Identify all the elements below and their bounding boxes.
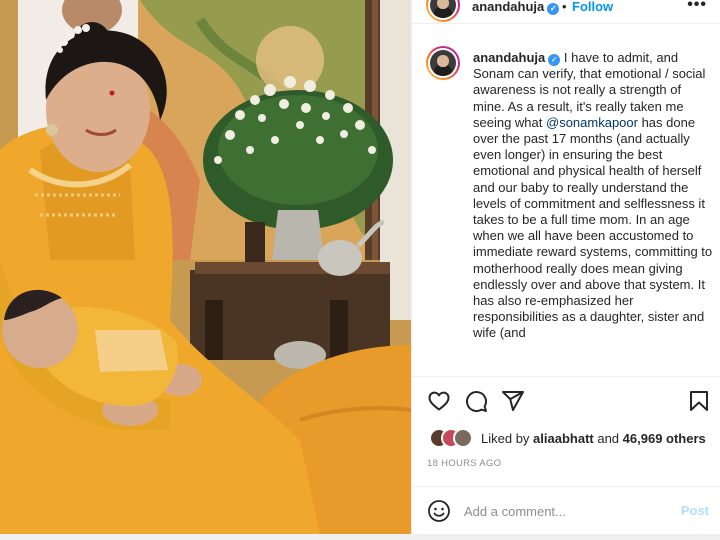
caption-username[interactable]: anandahuja xyxy=(473,50,545,65)
post-comment-button[interactable]: Post xyxy=(681,503,709,518)
emoji-icon[interactable] xyxy=(427,499,451,523)
comment-input[interactable] xyxy=(464,500,664,522)
likes-text: Liked by aliaabhatt and 46,969 others xyxy=(481,431,706,446)
bookmark-icon[interactable] xyxy=(687,389,711,413)
caption-text: anandahuja ✓ I have to admit, and Sonam c… xyxy=(473,50,713,342)
liker-username[interactable]: aliaabhatt xyxy=(533,431,594,446)
caption-body-end: has done over the past 17 months (and ac… xyxy=(473,114,713,341)
post-side-panel: anandahuja ✓ • Follow ••• anandahuja ✓ I h… xyxy=(411,0,720,534)
comment-bar: Post xyxy=(412,486,720,534)
post-photo-illustration xyxy=(0,0,411,534)
header-username[interactable]: anandahuja ✓ xyxy=(472,0,560,15)
verified-badge-icon: ✓ xyxy=(547,3,560,15)
comment-icon[interactable] xyxy=(464,389,488,413)
heart-icon[interactable] xyxy=(427,389,451,413)
likes-count[interactable]: 46,969 others xyxy=(623,431,706,446)
share-icon[interactable] xyxy=(501,389,525,413)
follow-button[interactable]: Follow xyxy=(572,0,613,13)
verified-badge-icon: ✓ xyxy=(548,54,561,66)
likes-row: Liked by aliaabhatt and 46,969 others xyxy=(429,428,719,448)
post-header: anandahuja ✓ • Follow ••• xyxy=(412,0,720,24)
post-actions: Liked by aliaabhatt and 46,969 others 18… xyxy=(412,376,720,486)
post-timestamp[interactable]: 18 HOURS AGO xyxy=(427,458,501,469)
post-photo[interactable] xyxy=(0,0,411,534)
header-avatar[interactable] xyxy=(426,0,460,22)
header-separator: • xyxy=(562,0,567,14)
caption-area: anandahuja ✓ I have to admit, and Sonam c… xyxy=(412,40,720,375)
likes-prefix: Liked by xyxy=(481,431,534,446)
likes-middle: and xyxy=(593,431,623,446)
more-options-icon[interactable]: ••• xyxy=(687,0,707,13)
bottom-strip xyxy=(0,534,720,540)
header-username-text[interactable]: anandahuja xyxy=(472,0,544,14)
caption-avatar[interactable] xyxy=(426,46,460,80)
liker-avatar[interactable] xyxy=(453,428,473,448)
caption-mention-link[interactable]: @sonamkapoor xyxy=(546,115,638,130)
